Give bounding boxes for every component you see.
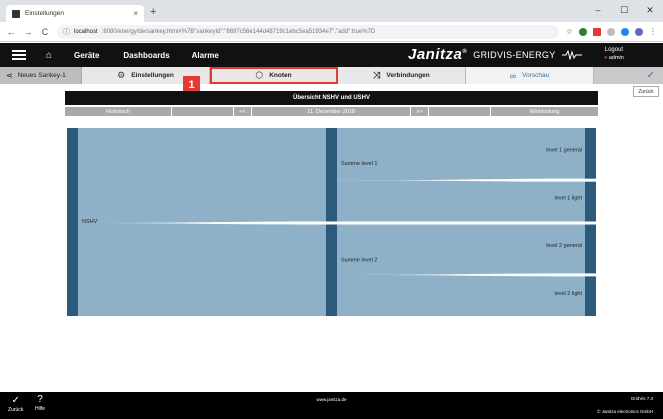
back-icon[interactable]: ←: [6, 27, 16, 37]
extension-blue-icon[interactable]: [621, 27, 629, 36]
app-footer: ✓ Zurück ? Hilfe www.janitza.de GridVis …: [0, 392, 663, 419]
sankey-name: Neues Sankey-1: [17, 72, 66, 79]
new-tab-button[interactable]: +: [150, 5, 156, 19]
window-controls: – ☐ ✕: [585, 0, 663, 20]
browser-menu-icon[interactable]: ⋮: [649, 27, 657, 36]
chart-title: Übersicht NSHV und USHV: [65, 91, 598, 105]
address-bar: ← → C ⓘ localhost:8080/energy/de/sankey.…: [0, 22, 663, 42]
maximize-button[interactable]: ☐: [611, 0, 637, 20]
sankey-link-S2-L2G[interactable]: [337, 224, 585, 275]
current-date[interactable]: 11. Dezember 2018: [252, 107, 411, 116]
brand-logo: Janitza® GRIDVIS-ENERGY: [408, 46, 582, 63]
sankey-node-L2L[interactable]: [585, 276, 596, 316]
glasses-icon: ∞: [509, 70, 517, 81]
node-icon: ⬡: [255, 70, 264, 80]
prev-date-button[interactable]: <<: [234, 107, 252, 116]
product-name: GRIDVIS-ENERGY: [473, 49, 556, 60]
back-arrow-icon[interactable]: ✓: [647, 70, 655, 81]
sankey-label-S2: Summe level 2: [341, 257, 377, 263]
logout-area[interactable]: Logout ● admin: [604, 46, 624, 62]
date-spacer-right: [429, 107, 491, 116]
sankey-label-NSHV: NSHV: [82, 219, 98, 225]
back-to-list-button[interactable]: ⋖ Neues Sankey-1: [0, 67, 82, 84]
tab-label: Vorschau: [522, 72, 550, 79]
signal-wave-icon: [561, 49, 582, 60]
favicon-icon: [12, 9, 20, 18]
shuffle-icon: ⤨: [373, 70, 381, 80]
sankey-node-NSHV[interactable]: [67, 128, 78, 316]
brand-name: Janitza®: [408, 46, 468, 63]
footer-site-link[interactable]: www.janitza.de: [0, 397, 663, 402]
date-spacer-left: [172, 107, 234, 116]
tab-vorschau[interactable]: ∞ Vorschau: [466, 67, 594, 84]
tab-label: Verbindungen: [386, 72, 430, 79]
sankey-label-L2G: level 2 general: [546, 243, 582, 249]
minimize-button[interactable]: –: [585, 0, 611, 20]
sankey-node-L1L[interactable]: [585, 181, 596, 222]
sankey-diagram: NSHV Summe level 1 Summe level 2 level 1 ge…: [67, 128, 596, 317]
user-icon: ●: [604, 55, 608, 61]
home-icon[interactable]: ⌂: [46, 50, 52, 61]
sankey-label-L2L: level 2 light: [554, 291, 582, 297]
nav-dashboards[interactable]: Dashboards: [123, 51, 169, 60]
back-tooltip: Zurück: [633, 86, 659, 97]
toolbar-right: ✓: [594, 67, 663, 84]
date-navigation-bar: Historisch << 11. Dezember 2018 >> Wirkl…: [65, 107, 598, 116]
sankey-link-NSHV-S1[interactable]: [78, 128, 326, 223]
footer-copyright: © Janitza electronics GmbH: [597, 409, 653, 414]
url-input[interactable]: ⓘ localhost:8080/energy/de/sankey.html#%…: [57, 24, 559, 39]
nav-geraete[interactable]: Geräte: [74, 51, 99, 60]
url-path: :8080/energy/de/sankey.html#%7B"sankeyId…: [101, 28, 376, 35]
sankey-label-L1L: level 1 light: [554, 196, 582, 202]
tab-title: Einstellungen: [25, 10, 65, 17]
close-window-button[interactable]: ✕: [637, 0, 663, 20]
sankey-link-S1-L1L[interactable]: [337, 180, 585, 222]
info-icon: ⓘ: [63, 28, 70, 36]
profile-avatar-icon[interactable]: [635, 27, 643, 36]
browser-tab-bar: Einstellungen × + – ☐ ✕: [0, 0, 663, 22]
next-date-button[interactable]: >>: [411, 107, 429, 116]
extension-green-icon[interactable]: [579, 27, 587, 36]
extension-grey-icon[interactable]: [607, 27, 615, 36]
nav-alarme[interactable]: Alarme: [192, 51, 219, 60]
sankey-node-S1[interactable]: [326, 128, 337, 222]
sankey-label-S1: Summe level 1: [341, 161, 377, 167]
share-back-icon: ⋖: [6, 71, 13, 80]
footer-help-label: Hilfe: [35, 406, 46, 412]
logout-link[interactable]: Logout: [604, 46, 624, 54]
footer-back-label: Zurück: [8, 407, 24, 413]
app-header: ⌂ Geräte Dashboards Alarme Janitza® GRID…: [0, 43, 663, 67]
mode-historisch[interactable]: Historisch: [65, 107, 172, 116]
hamburger-menu-icon[interactable]: [12, 50, 26, 60]
sankey-node-L1G[interactable]: [585, 128, 596, 179]
extension-red-icon[interactable]: [593, 27, 601, 36]
sankey-node-S2[interactable]: [326, 224, 337, 317]
browser-tab[interactable]: Einstellungen ×: [6, 5, 144, 22]
tab-verbindungen[interactable]: ⤨ Verbindungen: [338, 67, 466, 84]
sankey-link-S2-L2L[interactable]: [337, 274, 585, 316]
tab-knoten[interactable]: ⬡ Knoten: [210, 67, 338, 84]
sankey-toolbar: ⋖ Neues Sankey-1 ⚙ Einstellungen ⬡ Knote…: [0, 67, 663, 84]
sankey-node-L2G[interactable]: [585, 224, 596, 274]
mode-wirkleistung[interactable]: Wirkleistung: [491, 107, 598, 116]
tab-close-icon[interactable]: ×: [133, 9, 138, 18]
footer-version: GridVis 7.3: [630, 396, 653, 401]
bookmark-star-icon[interactable]: ☆: [566, 27, 573, 36]
tab-label: Einstellungen: [131, 72, 174, 79]
sankey-label-L1G: level 1 general: [546, 147, 582, 153]
brand-registered: ®: [462, 49, 468, 55]
sankey-link-NSHV-S2[interactable]: [78, 223, 326, 316]
extension-icons: ☆ ⋮: [566, 27, 657, 36]
gear-icon: ⚙: [117, 70, 126, 80]
url-host: localhost: [74, 28, 98, 35]
forward-icon[interactable]: →: [23, 27, 33, 37]
reload-icon[interactable]: C: [40, 27, 50, 37]
tab-label: Knoten: [269, 72, 292, 79]
current-user: admin: [608, 55, 624, 61]
sankey-link-S1-L1G[interactable]: [337, 128, 585, 181]
